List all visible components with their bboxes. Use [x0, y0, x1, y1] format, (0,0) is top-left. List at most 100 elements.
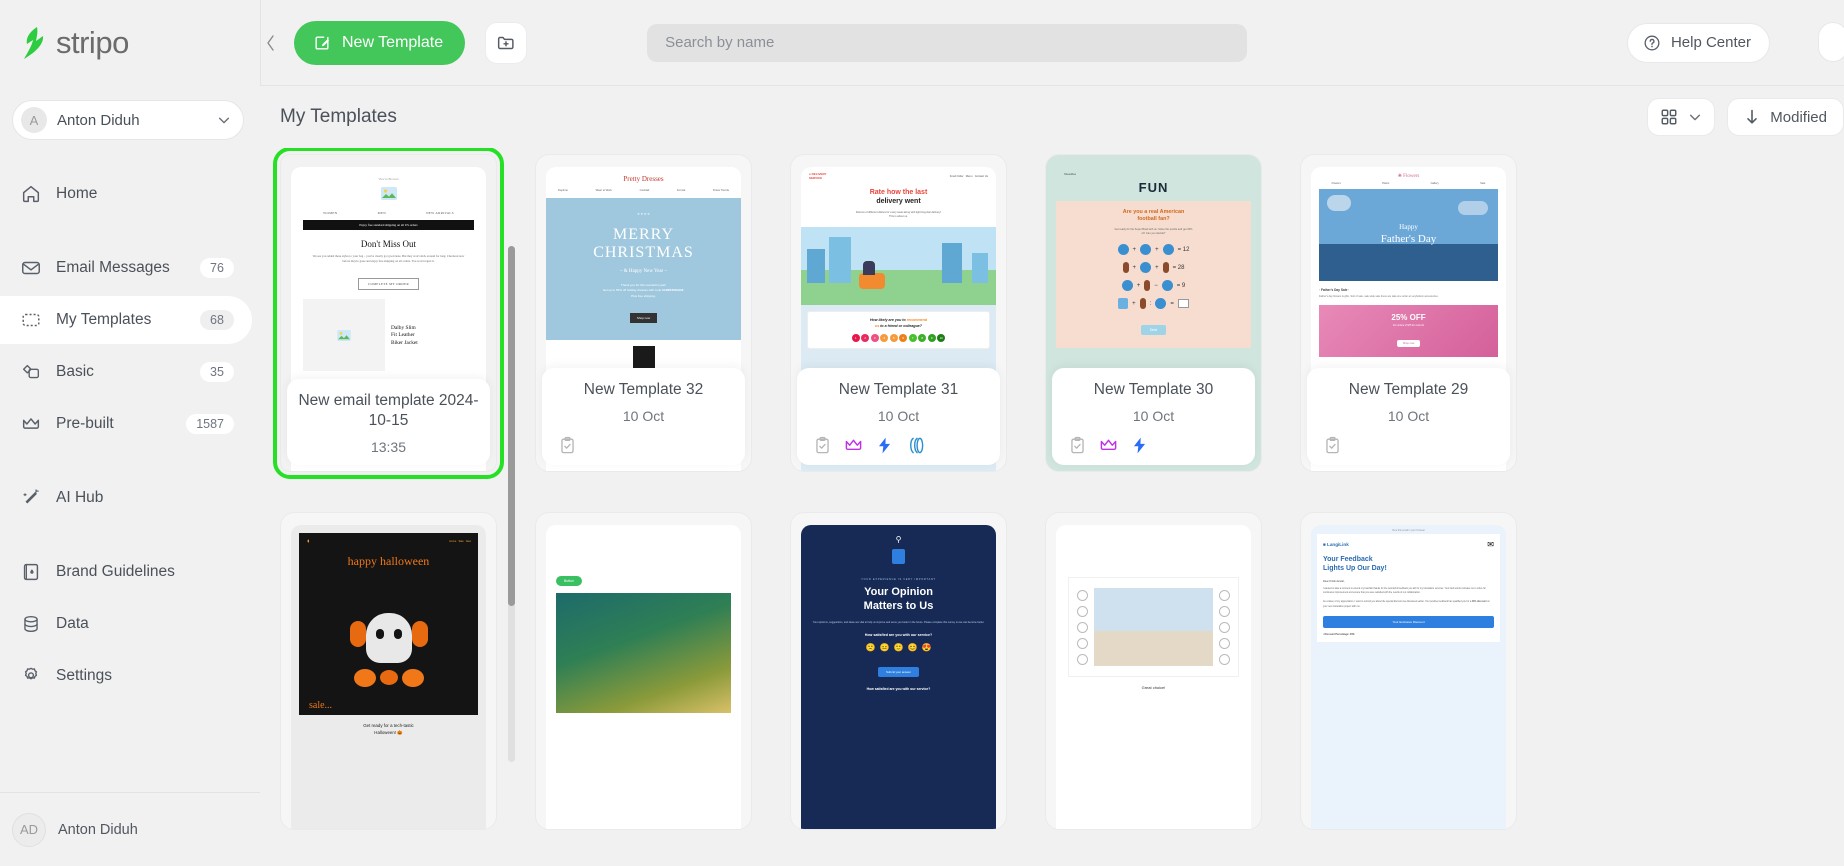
template-card-info: New Template 32 10 Oct: [542, 368, 745, 465]
template-card[interactable]: ◖ Home Sale New happy halloween: [280, 512, 497, 830]
sidebar-item-ai-hub[interactable]: AI Hub: [0, 474, 252, 522]
search-container: [647, 24, 1247, 62]
help-center-label: Help Center: [1671, 34, 1751, 51]
checklist-icon[interactable]: [1323, 436, 1342, 455]
content-header: My Templates: [260, 86, 1844, 148]
sidebar-item-label: Pre-built: [56, 415, 186, 433]
template-card[interactable]: View this email in your browser ■ LangiL…: [1300, 512, 1517, 830]
sidebar-item-home[interactable]: Home: [0, 170, 252, 218]
edge-action-button[interactable]: [1818, 22, 1844, 62]
template-card[interactable]: View in Browser WOMENMENNEW ARRIVALS: [280, 154, 497, 472]
collapse-sidebar-button[interactable]: [260, 23, 282, 63]
template-card[interactable]: Pretty Dresses DaytimeWear to WorkCockta…: [535, 154, 752, 472]
gear-icon: [20, 665, 42, 687]
template-thumbnail: Button: [546, 525, 741, 829]
amp-icon[interactable]: [906, 436, 925, 455]
template-card[interactable]: ● DELIVERYSERVICE Food Order Menu Contac…: [790, 154, 1007, 472]
template-thumbnail: Great choice!: [1056, 525, 1251, 829]
template-date: 10 Oct: [1060, 408, 1247, 424]
template-status-icons: [1060, 436, 1247, 455]
sidebar-item-label: AI Hub: [56, 489, 234, 507]
database-icon: [20, 613, 42, 635]
sidebar: stripo A Anton Diduh Home: [0, 0, 260, 866]
home-icon: [20, 183, 42, 205]
new-folder-button[interactable]: [485, 22, 527, 64]
sidebar-item-label: Home: [56, 185, 234, 203]
template-card-info: New Template 31 10 Oct: [797, 368, 1000, 465]
template-status-icons: [805, 436, 992, 455]
sidebar-item-pre-built[interactable]: Pre-built 1587: [0, 400, 252, 448]
checklist-icon[interactable]: [558, 436, 577, 455]
sidebar-item-label: Basic: [56, 363, 200, 381]
sidebar-item-basic[interactable]: Basic 35: [0, 348, 252, 396]
account-switcher[interactable]: A Anton Diduh: [12, 100, 244, 140]
template-title: New Template 31: [805, 380, 992, 400]
folder-plus-icon: [495, 32, 517, 54]
content-area: My Templates: [260, 86, 1844, 866]
template-status-icons: [1315, 436, 1502, 455]
top-toolbar: New Template Help Center: [260, 0, 1844, 86]
book-icon: [20, 561, 42, 583]
template-card-info: New Template 29 10 Oct: [1307, 368, 1510, 465]
sort-label: Modified: [1770, 109, 1827, 126]
lightning-icon[interactable]: [875, 436, 894, 455]
template-card[interactable]: Great choice!: [1045, 512, 1262, 830]
template-thumbnail: ◖ Home Sale New happy halloween: [291, 525, 486, 829]
template-title: New email template 2024-10-15: [295, 391, 482, 431]
compose-icon: [312, 33, 332, 53]
templates-scroll-area[interactable]: View in Browser WOMENMENNEW ARRIVALS: [260, 148, 1844, 866]
sidebar-item-settings[interactable]: Settings: [0, 652, 252, 700]
templates-scrollbar[interactable]: [508, 246, 515, 762]
chevron-down-icon: [1688, 110, 1702, 124]
template-thumbnail: ⚲ YOUR EXPERIENCE IS VERY IMPORTANT Your…: [801, 525, 996, 829]
help-center-button[interactable]: Help Center: [1627, 23, 1770, 63]
lightning-icon[interactable]: [1130, 436, 1149, 455]
search-input[interactable]: [647, 24, 1247, 62]
sidebar-item-badge: 76: [200, 258, 234, 278]
sidebar-item-badge: 68: [200, 310, 234, 330]
template-card[interactable]: ⚲ YOUR EXPERIENCE IS VERY IMPORTANT Your…: [790, 512, 1007, 830]
template-card[interactable]: ❀ Flowers FlowersPlantsGallerySale Happy…: [1300, 154, 1517, 472]
chevron-left-icon: [265, 34, 277, 52]
view-mode-toggle[interactable]: [1647, 98, 1715, 136]
template-title: New Template 30: [1060, 380, 1247, 400]
sidebar-item-label: My Templates: [56, 311, 200, 329]
new-template-button[interactable]: New Template: [294, 21, 465, 65]
main-area: New Template Help Center: [260, 0, 1844, 866]
content-header-actions: Modified: [1647, 98, 1844, 136]
crown-icon[interactable]: [1099, 436, 1118, 455]
checklist-icon[interactable]: [813, 436, 832, 455]
app-root: stripo A Anton Diduh Home: [0, 0, 1844, 866]
sidebar-item-badge: 35: [200, 362, 234, 382]
template-status-icons: [550, 436, 737, 455]
brand-logo[interactable]: stripo: [0, 0, 260, 86]
template-card[interactable]: Siteaddee FUN Are you a real Americanfoo…: [1045, 154, 1262, 472]
sidebar-item-label: Settings: [56, 667, 234, 685]
template-date: 10 Oct: [550, 408, 737, 424]
template-card-info: New Template 30 10 Oct: [1052, 368, 1255, 465]
template-thumbnail: View this email in your browser ■ LangiL…: [1311, 525, 1506, 829]
grid-view-icon: [1660, 108, 1678, 126]
sort-button[interactable]: Modified: [1727, 98, 1844, 136]
sidebar-item-email-messages[interactable]: Email Messages 76: [0, 244, 252, 292]
sidebar-user-footer[interactable]: AD Anton Diduh: [0, 792, 260, 866]
arrow-down-icon: [1744, 108, 1760, 126]
stripo-logo-icon: [20, 26, 50, 60]
template-title: New Template 29: [1315, 380, 1502, 400]
template-card[interactable]: Button: [535, 512, 752, 830]
sidebar-item-my-templates[interactable]: My Templates 68: [0, 296, 252, 344]
image-placeholder-icon: [337, 330, 351, 341]
mail-icon: [20, 257, 42, 279]
template-date: 13:35: [295, 439, 482, 455]
checklist-icon[interactable]: [1068, 436, 1087, 455]
account-name: Anton Diduh: [57, 112, 217, 129]
image-placeholder-icon: [381, 187, 397, 200]
sidebar-nav: Home Email Messages 76 My Templates 68: [0, 170, 260, 792]
template-title: New Template 32: [550, 380, 737, 400]
sidebar-item-data[interactable]: Data: [0, 600, 252, 648]
templates-icon: [20, 309, 42, 331]
template-date: 10 Oct: [1315, 408, 1502, 424]
crown-icon[interactable]: [844, 436, 863, 455]
sidebar-item-brand-guidelines[interactable]: Brand Guidelines: [0, 548, 252, 596]
magic-wand-icon: [20, 487, 42, 509]
